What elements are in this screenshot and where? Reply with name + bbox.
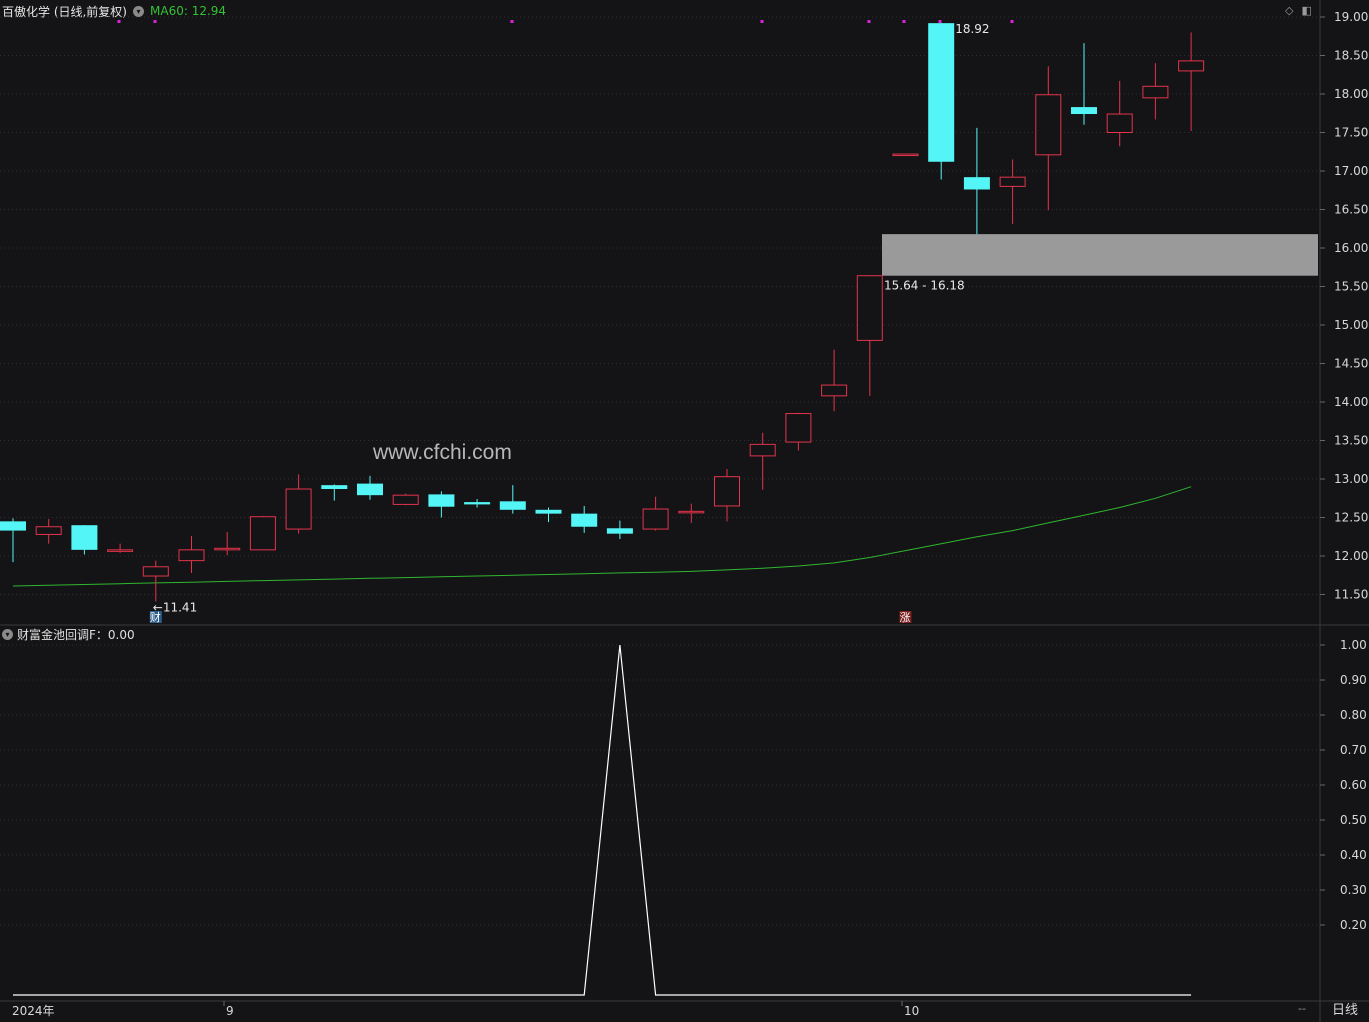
indicator-tick-label: 0.50 (1340, 813, 1367, 827)
price-tick-label: 18.50 (1334, 49, 1368, 63)
high-annotation: 18.92 (955, 22, 989, 36)
price-tick-label: 16.50 (1334, 203, 1368, 217)
indicator-tick-label: 0.70 (1340, 743, 1367, 757)
candle-body-down (464, 502, 491, 505)
indicator-tick-label: 0.90 (1340, 673, 1367, 687)
indicator-tick-label: 0.20 (1340, 918, 1367, 932)
candle-body-up (1106, 113, 1133, 133)
candle-body-down (71, 525, 98, 550)
signal-dot (153, 20, 157, 23)
price-tick-label: 11.50 (1334, 588, 1368, 602)
signal-dot (902, 20, 906, 23)
candle-body-down (535, 509, 562, 514)
signal-dot (510, 20, 514, 23)
price-tick-label: 17.00 (1334, 164, 1368, 178)
candle-body-up (856, 275, 883, 341)
indicator-tick-label: 0.40 (1340, 848, 1367, 862)
candle-body-up (1178, 60, 1205, 72)
period-button[interactable]: 日线 (1322, 1002, 1368, 1020)
candle-body-up (142, 566, 169, 577)
candle-body-up (285, 488, 312, 530)
signal-dot (867, 20, 871, 23)
candle-body-down (499, 501, 526, 510)
candle-body-down (1071, 107, 1097, 115)
candle-body-down (0, 521, 26, 531)
price-tick-label: 14.50 (1334, 357, 1368, 371)
gap-zone-label: 15.64 - 16.18 (884, 279, 965, 293)
candle-body-up (1142, 85, 1169, 99)
event-marker-label: 财 (150, 610, 161, 624)
price-tick-label: 19.00 (1334, 10, 1368, 24)
indicator-tick-label: 0.30 (1340, 883, 1367, 897)
candle-body-up (392, 494, 419, 505)
candle-body-up (178, 549, 205, 562)
kline-chart[interactable]: 19.00 18.50 18.00 17.50 17.00 16.50 16.00 15.50… (0, 0, 1369, 1022)
gap-zone (882, 234, 1318, 276)
dash-label: -- (1298, 1002, 1306, 1015)
indicator-tick-label: 0.80 (1340, 708, 1367, 722)
price-tick-label: 15.50 (1334, 280, 1368, 294)
candle-body-down (357, 483, 383, 496)
candle-body-down (428, 494, 455, 507)
candle-body-up (999, 176, 1026, 187)
price-tick-label: 13.50 (1334, 434, 1368, 448)
candle-body-down (606, 528, 633, 534)
candle-body-up (1035, 94, 1062, 156)
candle-body-up (892, 153, 919, 157)
candle-body-up (714, 476, 740, 507)
candle-body-down (321, 485, 348, 490)
indicator-label: 财富金池回调F：0.00 (17, 627, 135, 642)
candle-body-down (963, 177, 990, 190)
ma60-line (12, 486, 1192, 587)
indicator-line (13, 644, 1192, 996)
price-tick-label: 16.00 (1334, 241, 1368, 255)
candle-body-up (642, 508, 669, 530)
candle-body-up (214, 547, 241, 551)
watermark: www.cfchi.com (373, 441, 512, 464)
price-tick-label: 17.50 (1334, 126, 1368, 140)
candle-body-up (35, 526, 62, 535)
time-axis-label: 9 (226, 1004, 234, 1018)
signal-dot (1010, 20, 1014, 23)
candle-body-up (749, 443, 776, 457)
time-axis-label: 10 (904, 1004, 919, 1018)
candle-body-up (821, 384, 848, 397)
candle-body-down (571, 513, 598, 527)
price-tick-label: 12.50 (1334, 511, 1368, 525)
event-marker-label: 涨 (900, 611, 911, 624)
price-tick-label: 18.00 (1334, 87, 1368, 101)
signal-dot (938, 20, 942, 23)
indicator-legend: ▾ 财富金池回调F：0.00 (2, 626, 135, 642)
candle-body-up (107, 549, 134, 552)
signal-dot (117, 20, 121, 23)
candle-body-down (928, 23, 955, 162)
candle-body-up (785, 413, 812, 443)
candle-body-up (249, 516, 276, 551)
indicator-tick-label: 0.60 (1340, 778, 1367, 792)
price-tick-label: 13.00 (1334, 472, 1368, 486)
price-tick-label: 14.00 (1334, 395, 1368, 409)
candle-body-up (678, 510, 705, 514)
indicator-tick-label: 1.00 (1340, 638, 1367, 652)
chevron-down-icon[interactable]: ▾ (2, 628, 13, 640)
price-tick-label: 15.00 (1334, 318, 1368, 332)
price-tick-label: 12.00 (1334, 549, 1368, 563)
time-axis-label: 2024年 (12, 1004, 55, 1018)
signal-dot (760, 20, 764, 23)
